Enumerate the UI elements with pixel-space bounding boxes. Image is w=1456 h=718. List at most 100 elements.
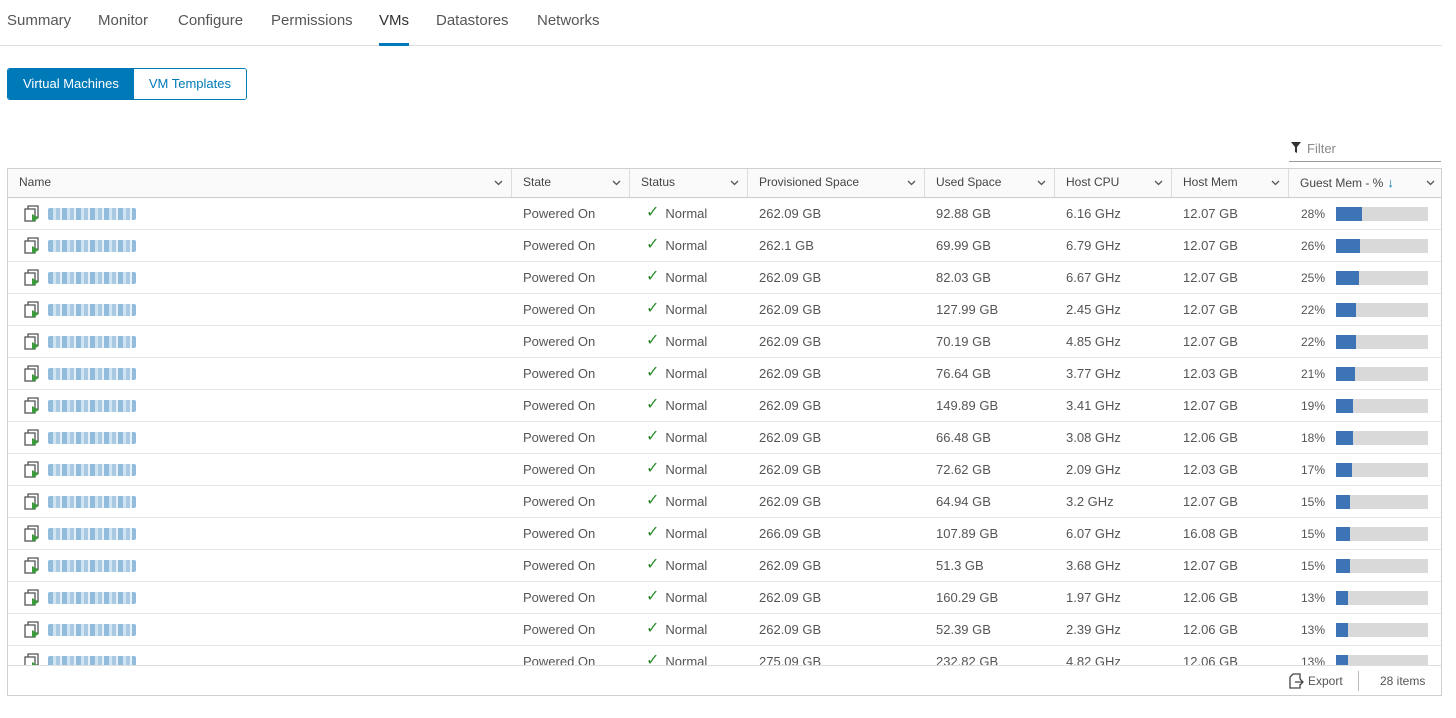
tab-permissions[interactable]: Permissions: [271, 11, 353, 46]
chevron-down-icon[interactable]: [1037, 180, 1046, 186]
status-text: Normal: [665, 558, 708, 573]
table-row[interactable]: Powered On ✓ Normal 262.09 GB 76.64 GB 3.…: [8, 358, 1441, 390]
vm-name-link[interactable]: [48, 559, 136, 572]
table-row[interactable]: Powered On ✓ Normal 262.09 GB 66.48 GB 3.…: [8, 422, 1441, 454]
table-row[interactable]: Powered On ✓ Normal 262.09 GB 82.03 GB 6.…: [8, 262, 1441, 294]
guest-mem-cell: 15%: [1289, 486, 1441, 517]
host-cpu-cell: 3.41 GHz: [1055, 390, 1172, 421]
vm-name-cell: [8, 582, 512, 613]
host-mem-value: 12.06 GB: [1183, 622, 1238, 637]
guest-mem-bar: [1336, 367, 1428, 381]
vm-name-link[interactable]: [48, 303, 136, 316]
vm-name-link[interactable]: [48, 399, 136, 412]
table-row[interactable]: Powered On ✓ Normal 262.09 GB 52.39 GB 2.…: [8, 614, 1441, 646]
item-count: 28 items: [1380, 674, 1426, 688]
provisioned-space-value: 262.09 GB: [759, 398, 822, 413]
chevron-down-icon[interactable]: [1426, 180, 1435, 186]
column-header-host-mem[interactable]: Host Mem: [1172, 169, 1289, 197]
vm-name-cell: [8, 390, 512, 421]
table-row[interactable]: Powered On ✓ Normal 262.09 GB 72.62 GB 2.…: [8, 454, 1441, 486]
table-row[interactable]: Powered On ✓ Normal 262.09 GB 92.88 GB 6.…: [8, 198, 1441, 230]
chevron-down-icon[interactable]: [1271, 180, 1280, 186]
guest-mem-percent: 26%: [1301, 239, 1326, 253]
vm-templates-button[interactable]: VM Templates: [133, 69, 247, 99]
chevron-down-icon[interactable]: [1154, 180, 1163, 186]
used-space-cell: 160.29 GB: [925, 582, 1055, 613]
chevron-down-icon[interactable]: [907, 180, 916, 186]
column-header-name[interactable]: Name: [8, 169, 512, 197]
table-row[interactable]: Powered On ✓ Normal 262.09 GB 149.89 GB 3…: [8, 390, 1441, 422]
column-header-used-space[interactable]: Used Space: [925, 169, 1055, 197]
vm-name-link[interactable]: [48, 527, 136, 540]
vm-powered-on-icon: [24, 428, 39, 446]
vm-name-link[interactable]: [48, 239, 136, 252]
status-cell: ✓ Normal: [630, 486, 748, 517]
guest-mem-percent: 21%: [1301, 367, 1326, 381]
provisioned-space-value: 262.09 GB: [759, 462, 822, 477]
column-header-guest-mem[interactable]: Guest Mem - % ↓: [1289, 169, 1441, 197]
host-mem-value: 12.07 GB: [1183, 334, 1238, 349]
guest-mem-percent: 19%: [1301, 399, 1326, 413]
provisioned-space-value: 262.09 GB: [759, 558, 822, 573]
vm-name-link[interactable]: [48, 431, 136, 444]
host-cpu-value: 4.85 GHz: [1066, 334, 1121, 349]
vm-name-link[interactable]: [48, 207, 136, 220]
chevron-down-icon[interactable]: [494, 180, 503, 186]
status-cell: ✓ Normal: [630, 390, 748, 421]
vm-name-link[interactable]: [48, 623, 136, 636]
state-text: Powered On: [523, 622, 596, 637]
host-cpu-value: 3.2 GHz: [1066, 494, 1114, 509]
state-cell: Powered On: [512, 582, 630, 613]
vm-name-link[interactable]: [48, 367, 136, 380]
column-header-host-cpu[interactable]: Host CPU: [1055, 169, 1172, 197]
vm-name-link[interactable]: [48, 463, 136, 476]
table-row[interactable]: Powered On ✓ Normal 262.09 GB 51.3 GB 3.6…: [8, 550, 1441, 582]
check-icon: ✓: [646, 331, 660, 349]
filter-box: [1289, 136, 1441, 162]
chevron-down-icon[interactable]: [612, 180, 621, 186]
host-cpu-cell: 3.68 GHz: [1055, 550, 1172, 581]
vm-name-link[interactable]: [48, 591, 136, 604]
host-mem-value: 12.06 GB: [1183, 590, 1238, 605]
tab-networks[interactable]: Networks: [537, 11, 600, 46]
provisioned-space-cell: 262.09 GB: [748, 390, 925, 421]
guest-mem-bar: [1336, 207, 1428, 221]
vm-name-link[interactable]: [48, 335, 136, 348]
vm-powered-on-icon: [24, 236, 39, 254]
vm-name-link[interactable]: [48, 271, 136, 284]
host-cpu-cell: 2.09 GHz: [1055, 454, 1172, 485]
guest-mem-bar-fill: [1336, 463, 1352, 477]
vm-name-link[interactable]: [48, 495, 136, 508]
filter-input[interactable]: [1307, 138, 1437, 158]
guest-mem-cell: 15%: [1289, 550, 1441, 581]
column-header-status[interactable]: Status: [630, 169, 748, 197]
tab-summary[interactable]: Summary: [7, 11, 71, 46]
chevron-down-icon[interactable]: [730, 180, 739, 186]
status-text: Normal: [665, 590, 708, 605]
virtual-machines-button[interactable]: Virtual Machines: [8, 69, 134, 99]
export-button[interactable]: Export: [1288, 671, 1343, 691]
vm-powered-on-icon: [24, 268, 39, 286]
guest-mem-bar: [1336, 431, 1428, 445]
vm-name-cell: [8, 262, 512, 293]
tab-datastores[interactable]: Datastores: [436, 11, 509, 46]
table-row[interactable]: Powered On ✓ Normal 262.09 GB 127.99 GB 2…: [8, 294, 1441, 326]
state-cell: Powered On: [512, 358, 630, 389]
host-mem-cell: 12.03 GB: [1172, 454, 1289, 485]
guest-mem-cell: 22%: [1289, 294, 1441, 325]
table-row[interactable]: Powered On ✓ Normal 262.09 GB 70.19 GB 4.…: [8, 326, 1441, 358]
table-row[interactable]: Powered On ✓ Normal 262.1 GB 69.99 GB 6.7…: [8, 230, 1441, 262]
used-space-value: 92.88 GB: [936, 206, 991, 221]
tab-monitor[interactable]: Monitor: [98, 11, 148, 46]
table-row[interactable]: Powered On ✓ Normal 262.09 GB 64.94 GB 3.…: [8, 486, 1441, 518]
status-text: Normal: [665, 366, 708, 381]
provisioned-space-cell: 262.09 GB: [748, 294, 925, 325]
table-row[interactable]: Powered On ✓ Normal 262.09 GB 160.29 GB 1…: [8, 582, 1441, 614]
tab-vms[interactable]: VMs: [379, 11, 409, 46]
vm-powered-on-icon: [24, 204, 39, 222]
provisioned-space-value: 262.09 GB: [759, 430, 822, 445]
column-header-state[interactable]: State: [512, 169, 630, 197]
table-row[interactable]: Powered On ✓ Normal 266.09 GB 107.89 GB 6…: [8, 518, 1441, 550]
tab-configure[interactable]: Configure: [178, 11, 243, 46]
column-header-provisioned-space[interactable]: Provisioned Space: [748, 169, 925, 197]
